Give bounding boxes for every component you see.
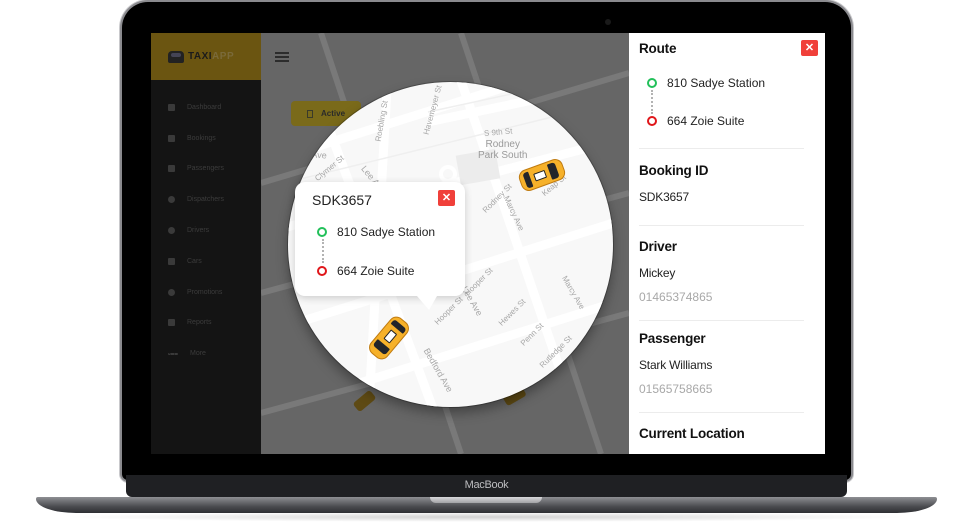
popup-dropoff: 664 Zoie Suite [317,264,414,278]
camera-icon [605,19,611,25]
list-icon [168,134,175,142]
sidebar-item-drivers[interactable]: Drivers [151,215,261,246]
booking-popup: SDK3657 ✕ 810 Sadye Station 664 Zoie Sui… [295,182,465,310]
sidebar-item-promotions[interactable]: Promotions [151,277,261,308]
car-icon [168,257,175,265]
tag-icon [168,288,175,296]
close-popup-button[interactable]: ✕ [438,190,455,206]
route-pickup: 810 Sadye Station [647,76,765,90]
logo-text: TAXIAPP [188,51,235,62]
booking-id-heading: Booking ID [639,163,709,178]
dropoff-marker-icon [317,266,327,276]
device-brand-label: MacBook [464,479,509,491]
popup-pickup: 810 Sadye Station [317,225,435,239]
taxi-logo-icon [168,50,184,63]
divider [639,225,804,226]
booking-details-panel: Route ✕ 810 Sadye Station 664 Zoie Suite… [629,33,825,454]
logo-bar[interactable]: TAXIAPP [151,33,261,80]
sidebar-item-dashboard[interactable]: Dashboard [151,92,261,123]
passenger-heading: Passenger [639,331,706,346]
more-icon [168,352,178,355]
sidebar-item-cars[interactable]: Cars [151,246,261,277]
route-connector [322,239,324,263]
user-icon [168,196,175,204]
report-icon [168,319,175,327]
route-heading: Route [639,41,677,56]
sidebar: TAXIAPP Dashboard Bookings Passengers Di… [151,33,261,454]
booking-id-value: SDK3657 [639,190,689,204]
driver-heading: Driver [639,239,677,254]
current-location-heading: Current Location [639,426,745,441]
route-dropoff: 664 Zoie Suite [647,114,744,128]
laptop-notch [430,497,542,503]
sidebar-nav: Dashboard Bookings Passengers Dispatcher… [151,80,261,369]
sidebar-item-dispatchers[interactable]: Dispatchers [151,184,261,215]
users-icon [168,165,175,173]
menu-toggle-icon[interactable] [275,52,289,62]
driver-phone[interactable]: 01465374865 [639,290,712,304]
divider [639,148,804,149]
passenger-phone[interactable]: 01565758665 [639,382,712,396]
passenger-name: Stark Williams [639,358,713,372]
laptop-shadow [60,512,913,522]
park-label: Rodney Park South [478,139,528,161]
divider [639,412,804,413]
sidebar-item-bookings[interactable]: Bookings [151,123,261,154]
grid-icon [168,103,175,111]
popup-booking-id: SDK3657 [312,192,372,208]
sidebar-item-more[interactable]: More [151,338,261,369]
sidebar-item-passengers[interactable]: Passengers [151,154,261,185]
pickup-marker-icon [317,227,327,237]
sidebar-item-reports[interactable]: Reports [151,308,261,339]
route-connector [651,90,653,114]
driver-name: Mickey [639,266,676,280]
laptop-mockup: MacBook TAXIAPP Dashboard Bookings Passe… [0,0,973,526]
divider [639,320,804,321]
driver-icon [168,227,175,235]
close-panel-button[interactable]: ✕ [801,40,818,56]
pickup-marker-icon [647,78,657,88]
dropoff-marker-icon [647,116,657,126]
